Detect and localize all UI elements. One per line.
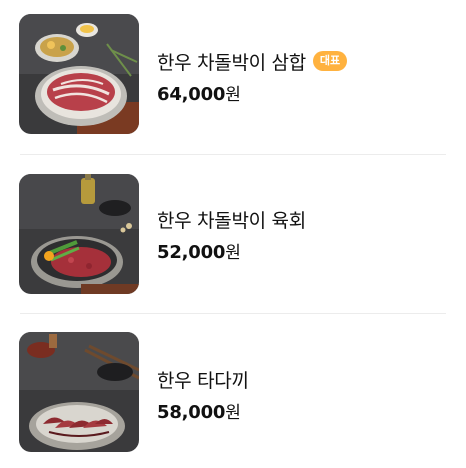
menu-item-price: 64,000원 [157,80,347,105]
menu-item-name: 한우 타다끼 [157,369,249,392]
price-unit: 원 [225,403,241,423]
name-row: 한우 차돌박이 삼합 대표 [157,48,348,74]
price-amount: 64,000 [157,84,226,105]
menu-item-info: 한우 차돌박이 육회 52,000원 [157,206,306,264]
tataki-plate-photo-icon[interactable] [19,332,139,452]
bulgogi-platter-photo-icon[interactable] [19,14,139,134]
menu-item-tataki[interactable]: 한우 타다끼 58,000원 [0,318,466,458]
menu-item-price: 52,000원 [157,238,306,263]
menu-item-samhap[interactable]: 한우 차돌박이 삼합 대표 64,000원 [0,0,466,140]
name-row: 한우 타다끼 [157,366,249,392]
name-row: 한우 차돌박이 육회 [157,206,306,232]
menu-item-info: 한우 차돌박이 삼합 대표 64,000원 [157,48,348,105]
menu-item-name: 한우 차돌박이 육회 [157,209,306,232]
menu-item-info: 한우 타다끼 58,000원 [157,366,249,424]
menu-photo-samhap [19,14,139,134]
yukhoe-plate-photo-icon[interactable] [19,174,139,294]
menu-item-price: 58,000원 [157,398,249,423]
signature-badge: 대표 [312,51,348,71]
price-unit: 원 [225,243,241,263]
menu-photo-tataki [19,332,139,452]
price-amount: 58,000 [157,402,226,423]
price-amount: 52,000 [157,242,226,263]
menu-item-yukhoe[interactable]: 한우 차돌박이 육회 52,000원 [0,158,466,298]
divider [20,154,446,155]
divider [20,313,446,314]
price-unit: 원 [225,85,241,105]
menu-item-name: 한우 차돌박이 삼합 [157,51,306,74]
menu-photo-yukhoe [19,174,139,294]
menu-list: 한우 차돌박이 삼합 대표 64,000원 한우 차돌박이 육회 52,000원… [0,0,466,468]
